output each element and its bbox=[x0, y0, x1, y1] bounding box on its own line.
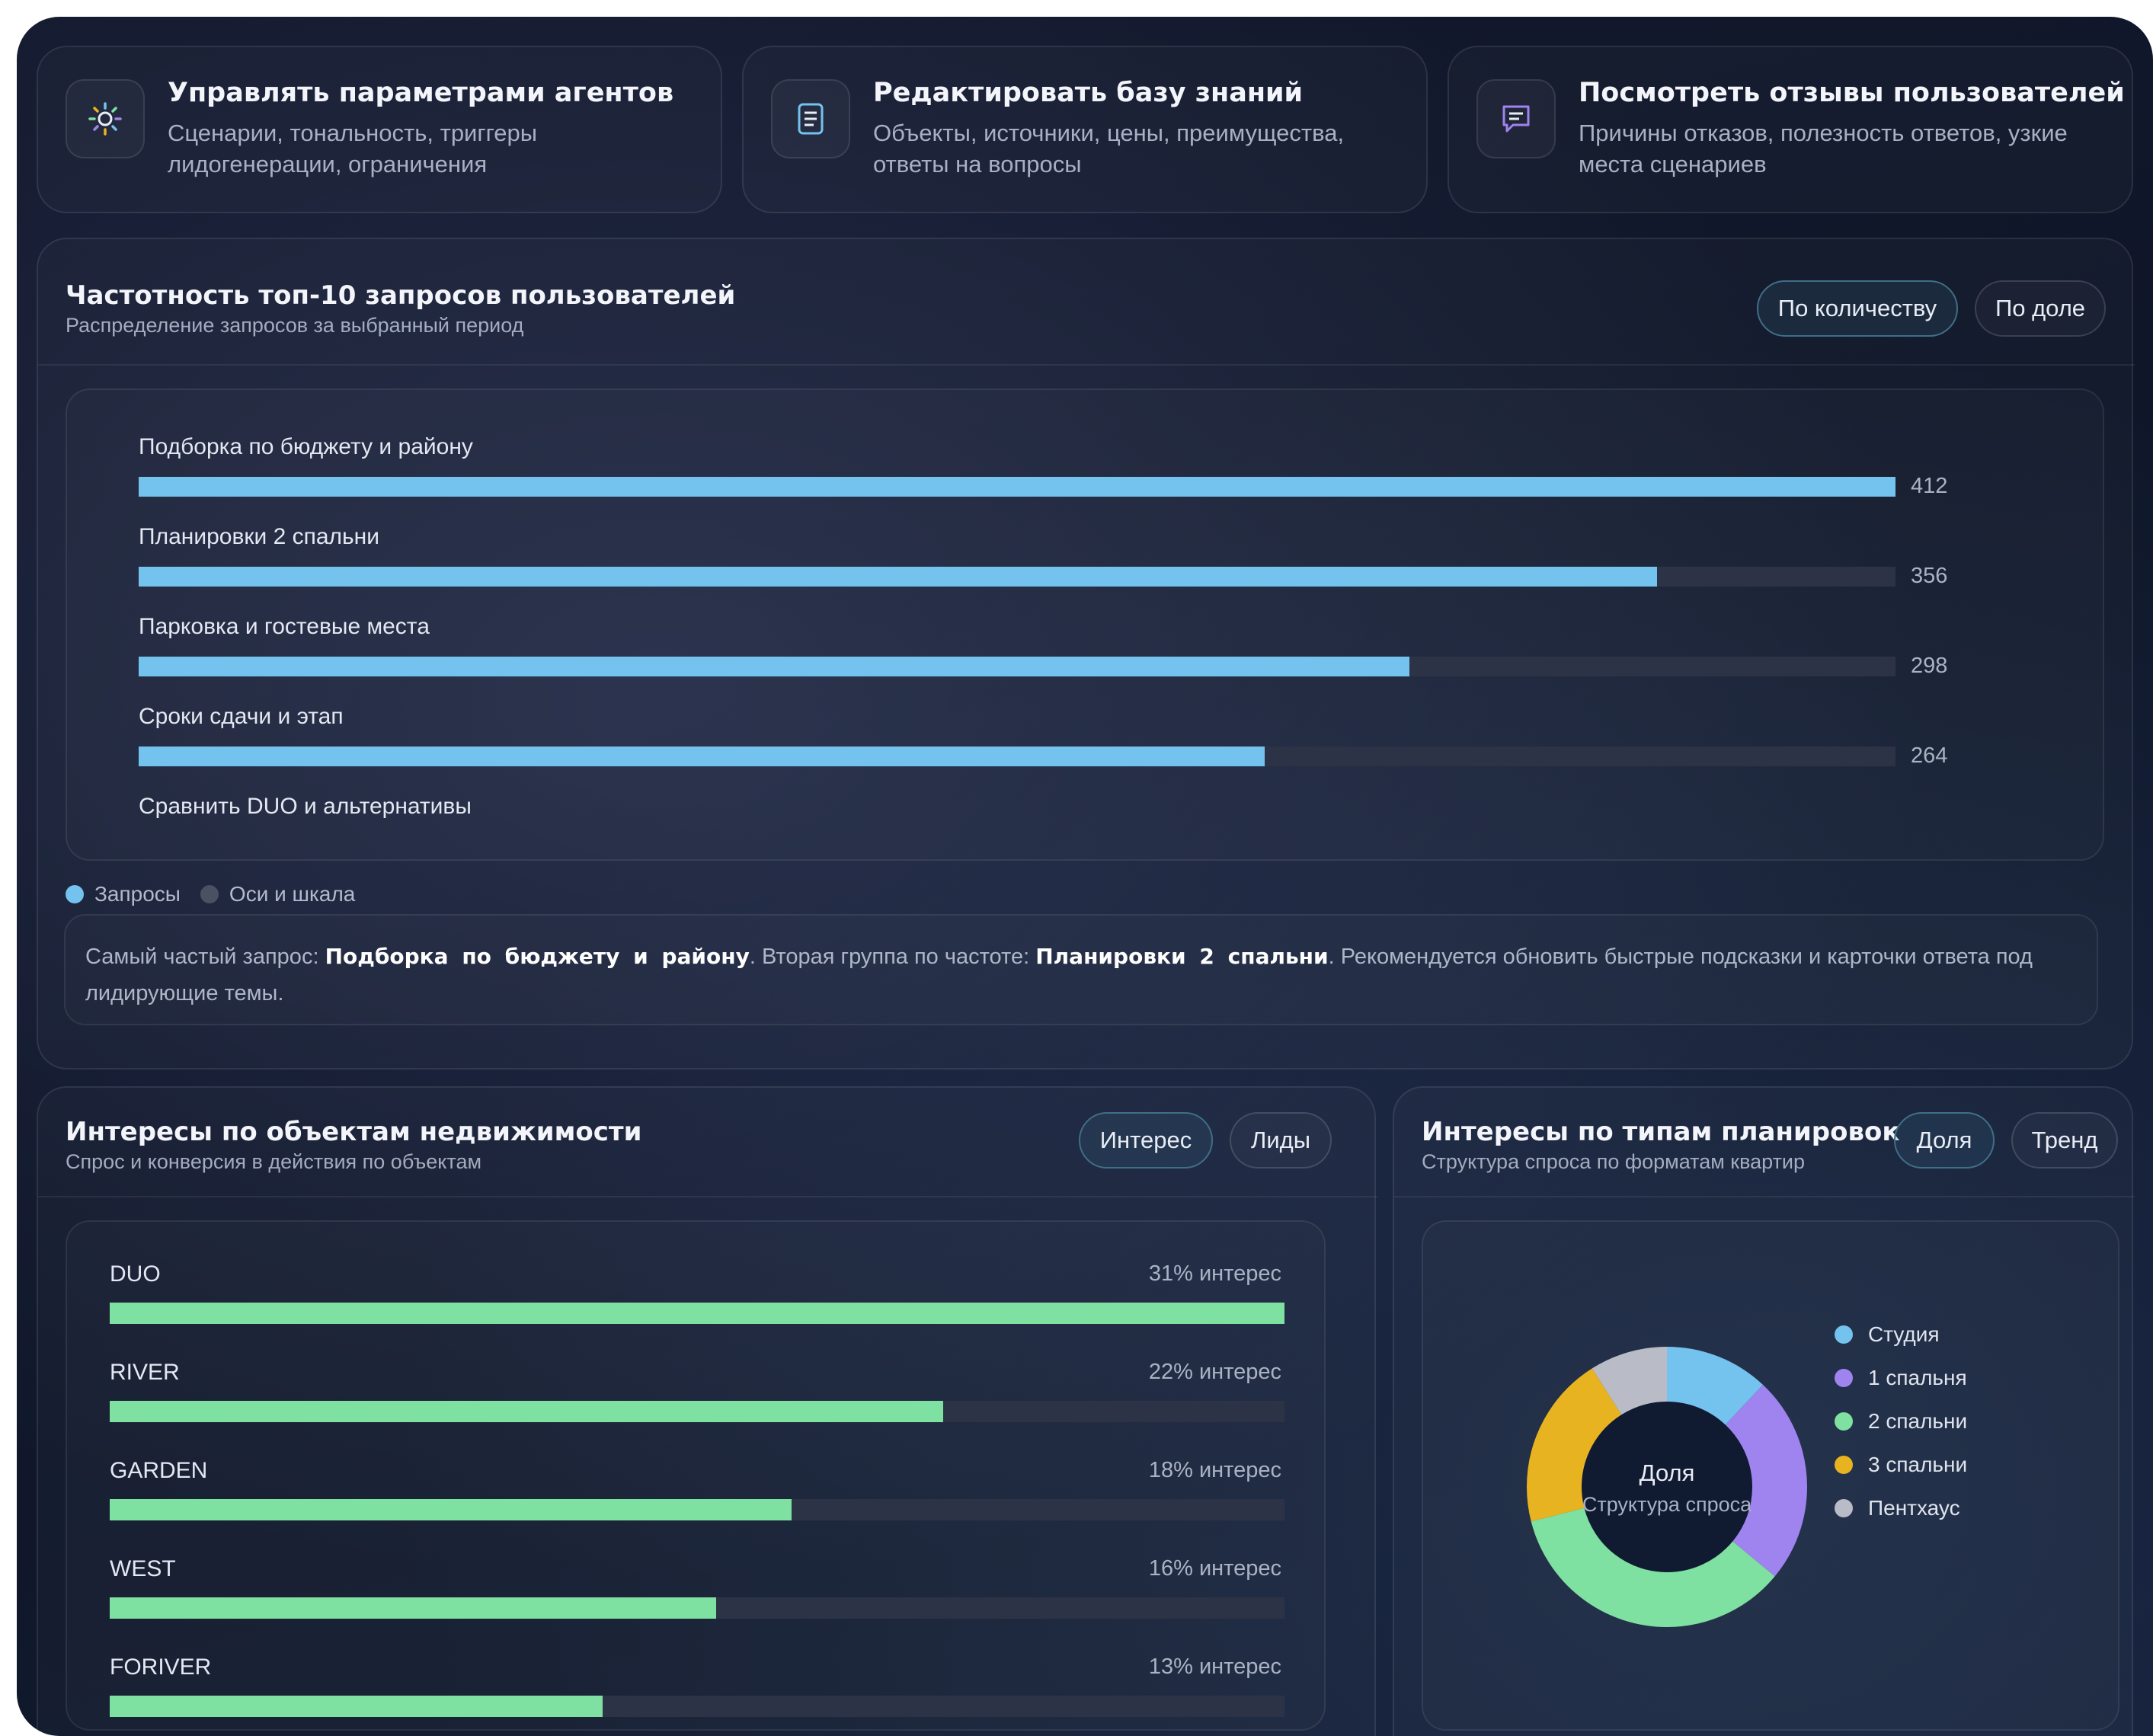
legend-swatch bbox=[1835, 1325, 1853, 1344]
bar-value: 298 bbox=[1911, 654, 1948, 678]
bar-track bbox=[139, 657, 1895, 676]
bar-track bbox=[110, 1401, 1284, 1422]
toggle-leads[interactable]: Лиды bbox=[1230, 1112, 1332, 1169]
note-middle: . Вторая группа по частоте: bbox=[749, 945, 1036, 969]
toggle-trend[interactable]: Тренд bbox=[2011, 1112, 2118, 1169]
object-label: WEST bbox=[110, 1556, 176, 1581]
document-icon bbox=[771, 79, 850, 158]
legend-label: Студия bbox=[1868, 1322, 1940, 1346]
objects-panel: Интересы по объектам недвижимости Спрос … bbox=[37, 1086, 1377, 1736]
object-bar[interactable] bbox=[110, 1401, 944, 1422]
legend-swatch bbox=[1835, 1456, 1853, 1474]
legend-swatch bbox=[200, 885, 219, 903]
bar-track bbox=[110, 1499, 1284, 1520]
object-bar[interactable] bbox=[110, 1303, 1284, 1324]
panel-subtitle: Спрос и конверсия в действия по объектам bbox=[66, 1150, 482, 1173]
panel-subtitle: Распределение запросов за выбранный пери… bbox=[66, 314, 524, 337]
layouts-chart[interactable]: Доля Структура спроса Студия 1 спальня 2 с… bbox=[1422, 1220, 2119, 1731]
bar-track bbox=[139, 477, 1895, 497]
queries-chart[interactable]: Подборка по бюджету и району 412 Планировк… bbox=[66, 388, 2104, 861]
object-label: RIVER bbox=[110, 1360, 180, 1385]
bar-value: 264 bbox=[1911, 743, 1948, 768]
dashboard: Управлять параметрами агентов Сценарии, … bbox=[17, 17, 2153, 1736]
card-agent-settings[interactable]: Управлять параметрами агентов Сценарии, … bbox=[37, 46, 722, 213]
bar-label: Парковка и гостевые места bbox=[139, 614, 430, 639]
chart-legend: Запросы Оси и шкала bbox=[66, 882, 355, 906]
card-title: Управлять параметрами агентов bbox=[168, 78, 674, 108]
query-bar[interactable] bbox=[139, 747, 1265, 766]
legend-label: 1 спальня bbox=[1868, 1366, 1967, 1389]
bar-value: 356 bbox=[1911, 564, 1948, 588]
chat-icon bbox=[1476, 79, 1556, 158]
bar-label: Планировки 2 спальни bbox=[139, 524, 380, 549]
donut-center-subtitle: Структура спроса bbox=[1582, 1493, 1752, 1516]
object-value: 13% интерес bbox=[1148, 1654, 1281, 1679]
toggle-interest[interactable]: Интерес bbox=[1079, 1112, 1213, 1169]
query-bar[interactable] bbox=[139, 657, 1409, 676]
legend-swatch bbox=[1835, 1369, 1853, 1387]
card-description: Сценарии, тональность, триггеры лидогене… bbox=[168, 120, 538, 177]
bar-track bbox=[110, 1303, 1284, 1324]
bar-track bbox=[139, 567, 1895, 587]
panel-title: Интересы по объектам недвижимости bbox=[66, 1117, 642, 1147]
legend-item: 3 спальни bbox=[1835, 1453, 1967, 1477]
gear-icon bbox=[66, 79, 145, 158]
divider bbox=[38, 1196, 1377, 1197]
object-value: 16% интерес bbox=[1148, 1556, 1281, 1581]
note-prefix: Самый частый запрос: bbox=[85, 945, 325, 969]
legend-swatch bbox=[1835, 1412, 1853, 1431]
bar-track bbox=[110, 1696, 1284, 1717]
panel-subtitle: Структура спроса по форматам квартир bbox=[1422, 1150, 1806, 1173]
card-title: Посмотреть отзывы пользователей bbox=[1579, 78, 2125, 108]
toggle-by-count[interactable]: По количеству bbox=[1757, 280, 1958, 337]
bar-label: Сроки сдачи и этап bbox=[139, 704, 344, 729]
legend-label: 2 спальни bbox=[1868, 1409, 1968, 1433]
legend-item: Пентхаус bbox=[1835, 1496, 1960, 1520]
card-user-feedback[interactable]: Посмотреть отзывы пользователей Причины … bbox=[1448, 46, 2133, 213]
card-knowledge-base[interactable]: Редактировать базу знаний Объекты, источ… bbox=[742, 46, 1428, 213]
legend-axes: Оси и шкала bbox=[229, 882, 356, 906]
legend-label: Пентхаус bbox=[1868, 1496, 1960, 1520]
object-label: FORIVER bbox=[110, 1654, 212, 1680]
toggle-by-share[interactable]: По доле bbox=[1975, 280, 2106, 337]
query-bar[interactable] bbox=[139, 567, 1657, 587]
legend-swatch bbox=[1835, 1499, 1853, 1517]
legend-swatch bbox=[66, 885, 84, 903]
legend-queries: Запросы bbox=[94, 882, 181, 906]
insight-note: Самый частый запрос: Подборка по бюджету… bbox=[64, 914, 2098, 1025]
note-top-query: Подборка по бюджету и району bbox=[325, 944, 750, 969]
card-title: Редактировать базу знаний bbox=[873, 78, 1304, 108]
panel-title: Интересы по типам планировок bbox=[1422, 1117, 1900, 1147]
donut-center-title: Доля bbox=[1639, 1459, 1695, 1486]
object-value: 22% интерес bbox=[1148, 1360, 1281, 1384]
objects-chart[interactable]: DUO 31% интерес RIVER 22% интерес GARDEN 18% … bbox=[66, 1220, 1326, 1731]
bar-label: Подборка по бюджету и району bbox=[139, 434, 473, 459]
object-bar[interactable] bbox=[110, 1499, 792, 1520]
card-description: Причины отказов, полезность ответов, узк… bbox=[1579, 120, 2068, 177]
legend-item: Студия bbox=[1835, 1322, 1940, 1347]
object-label: GARDEN bbox=[110, 1458, 208, 1483]
object-value: 31% интерес bbox=[1148, 1261, 1281, 1286]
layouts-panel: Интересы по типам планировок Структура с… bbox=[1393, 1086, 2135, 1736]
query-bar[interactable] bbox=[139, 477, 1895, 497]
divider bbox=[38, 364, 2135, 366]
bar-label: Сравнить DUO и альтернативы bbox=[139, 794, 472, 819]
bar-track bbox=[110, 1597, 1284, 1619]
note-second-query: Планировки 2 спальни bbox=[1035, 944, 1329, 969]
divider bbox=[1394, 1196, 2135, 1197]
panel-title: Частотность топ-10 запросов пользователе… bbox=[66, 280, 736, 311]
donut-hole bbox=[1582, 1402, 1752, 1572]
bar-value: 412 bbox=[1911, 474, 1948, 498]
object-bar[interactable] bbox=[110, 1597, 716, 1619]
legend-label: 3 спальни bbox=[1868, 1453, 1968, 1476]
bar-track bbox=[139, 747, 1895, 766]
object-label: DUO bbox=[110, 1261, 161, 1287]
object-value: 18% интерес bbox=[1148, 1458, 1281, 1482]
legend-item: 2 спальни bbox=[1835, 1409, 1967, 1434]
legend-item: 1 спальня bbox=[1835, 1366, 1967, 1390]
toggle-share[interactable]: Доля bbox=[1894, 1112, 1995, 1169]
card-description: Объекты, источники, цены, преимущества, … bbox=[873, 120, 1345, 177]
object-bar[interactable] bbox=[110, 1696, 603, 1717]
